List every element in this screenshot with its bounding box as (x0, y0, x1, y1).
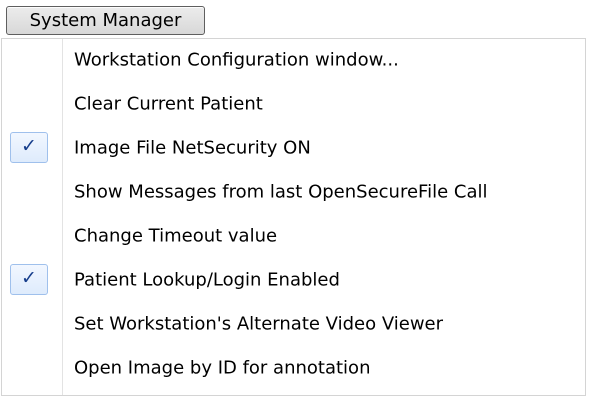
menu-item-label: Clear Current Patient (74, 93, 263, 114)
checkmark-icon: ✓ (21, 135, 37, 157)
checkmark-icon: ✓ (21, 267, 37, 289)
menu-item-clear-current-patient[interactable]: Clear Current Patient (2, 83, 585, 124)
menu-item-open-image-by-id[interactable]: Open Image by ID for annotation (2, 347, 585, 388)
menu-item-image-file-netsecurity[interactable]: ✓ Image File NetSecurity ON (2, 127, 585, 168)
menu-item-label: Patient Lookup/Login Enabled (74, 269, 340, 290)
menu-item-label: Open Image by ID for annotation (74, 357, 371, 378)
menu-item-label: Set Workstation's Alternate Video Viewer (74, 313, 444, 334)
check-slot: ✓ (10, 264, 48, 295)
menu-item-label: Change Timeout value (74, 225, 278, 246)
menu-item-patient-lookup-login[interactable]: ✓ Patient Lookup/Login Enabled (2, 259, 585, 300)
check-slot: ✓ (10, 132, 48, 163)
menu-item-alternate-video-viewer[interactable]: Set Workstation's Alternate Video Viewer (2, 303, 585, 344)
system-manager-menu-button[interactable]: System Manager (6, 6, 205, 35)
check-slot (10, 176, 48, 207)
check-slot (10, 352, 48, 383)
system-manager-dropdown: Workstation Configuration window... Clea… (1, 38, 586, 396)
menu-item-label: Show Messages from last OpenSecureFile C… (74, 181, 488, 202)
menu-item-workstation-configuration[interactable]: Workstation Configuration window... (2, 39, 585, 80)
menu-item-change-timeout[interactable]: Change Timeout value (2, 215, 585, 256)
menu-item-label: Workstation Configuration window... (74, 49, 399, 70)
menu-item-label: Image File NetSecurity ON (74, 137, 311, 158)
system-manager-menu-label: System Manager (29, 9, 182, 31)
check-slot (10, 308, 48, 339)
menu-item-show-messages[interactable]: Show Messages from last OpenSecureFile C… (2, 171, 585, 212)
check-slot (10, 44, 48, 75)
check-slot (10, 88, 48, 119)
check-slot (10, 220, 48, 251)
